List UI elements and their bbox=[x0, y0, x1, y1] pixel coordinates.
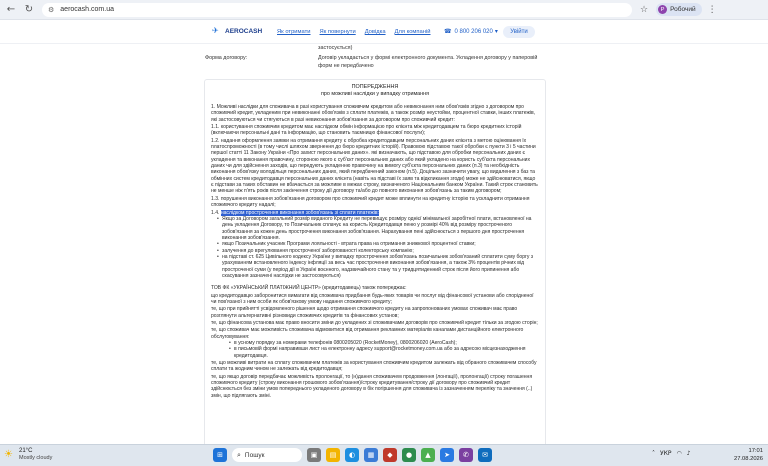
clock-time: 17:01 bbox=[748, 448, 763, 454]
paragraph-1: 1. Можливі наслідки для споживача в разі… bbox=[211, 104, 536, 123]
company-line: що кредитодавцю заборонитися вимагати ві… bbox=[211, 292, 534, 305]
site-header: ✈ AEROCASH Як отримати Як повернути Дові… bbox=[0, 20, 768, 44]
nav-how-to-get[interactable]: Як отримати bbox=[277, 29, 311, 35]
warning-subtitle: про можливі наслідки у випадку отримання bbox=[320, 91, 430, 97]
selected-text-highlight[interactable]: наслідком прострочення виконання зобов'я… bbox=[220, 209, 379, 216]
contacts-list: в усному порядку за номерами телефонів 0… bbox=[229, 340, 539, 359]
weather-text: Mostly cloudy bbox=[19, 455, 53, 461]
logo-plane-icon: ✈ bbox=[212, 26, 219, 35]
consequences-list: Якщо за Договором загальний розмір видан… bbox=[217, 216, 539, 279]
tray-chevron-icon[interactable]: ˄ bbox=[652, 450, 655, 457]
phone-icon: ☎ bbox=[444, 28, 452, 35]
language-indicator[interactable]: УКР bbox=[660, 450, 672, 457]
site-info-icon[interactable]: ⚙ bbox=[48, 6, 54, 14]
warning-card: ПОПЕРЕДЖЕННЯ про можливі наслідки у випа… bbox=[204, 79, 546, 444]
system-tray: ˄ УКР ◠ ♪ bbox=[652, 450, 691, 457]
site-logo[interactable]: ✈ AEROCASH bbox=[212, 27, 262, 35]
weather-widget[interactable]: ☀ 21°C Mostly cloudy bbox=[4, 448, 52, 462]
nav-help[interactable]: Довідка bbox=[365, 29, 386, 35]
taskbar-search[interactable]: ⌕ Пошук bbox=[232, 448, 302, 462]
viber-icon[interactable]: ✆ bbox=[459, 448, 473, 462]
search-icon: ⌕ bbox=[237, 450, 241, 459]
nav-how-to-repay[interactable]: Як повернути bbox=[320, 29, 356, 35]
phone-link[interactable]: ☎ 0 800 206 020 ▾ bbox=[444, 28, 498, 35]
avatar: P bbox=[658, 5, 668, 14]
wifi-icon[interactable]: ◠ bbox=[677, 450, 682, 457]
weather-sun-icon: ☀ bbox=[4, 449, 13, 460]
chevron-down-icon: ▾ bbox=[494, 28, 498, 35]
paragraph-1-3: 1.3. порушення виконання зобов'язання до… bbox=[211, 195, 530, 209]
url-text: aerocash.com.ua bbox=[60, 6, 114, 13]
nav-for-companies[interactable]: Для компаній bbox=[395, 29, 431, 35]
taskbar-apps: ⊞ ⌕ Пошук ▣ ▤ ◐ ▦ ◆ ● ▲ ➤ ✆ ✉ bbox=[213, 448, 492, 462]
phone-number: 0 800 206 020 bbox=[454, 28, 493, 35]
mail-icon[interactable]: ✉ bbox=[478, 448, 492, 462]
profile-button[interactable]: P Робочий bbox=[656, 3, 702, 16]
paragraph-1-2: 1.2. надання оформлення заявки на отрима… bbox=[211, 137, 538, 195]
volume-icon[interactable]: ♪ bbox=[687, 450, 691, 457]
list-item: на підставі ст. 625 Цивільного кодексу У… bbox=[217, 254, 539, 279]
bookmark-star-icon[interactable]: ☆ bbox=[640, 5, 648, 15]
windows-taskbar: ☀ 21°C Mostly cloudy ⊞ ⌕ Пошук ▣ ▤ ◐ ▦ ◆… bbox=[0, 444, 768, 466]
company-warning-title: ТОВ ФК «УКРАЇНСЬКИЙ ПЛАТІЖНИЙ ЦЕНТР» (кр… bbox=[211, 285, 407, 292]
chrome-icon[interactable]: ● bbox=[402, 448, 416, 462]
temperature: 21°C bbox=[19, 448, 33, 454]
file-explorer-icon[interactable]: ▤ bbox=[326, 448, 340, 462]
paragraph-1-1: 1.1. користування споживчим кредитом має… bbox=[211, 124, 522, 137]
paragraph-1-4-prefix: 1.4. bbox=[211, 209, 220, 216]
store-icon[interactable]: ▦ bbox=[364, 448, 378, 462]
company-line: те, що при прийнятті усвідомленого рішен… bbox=[211, 306, 518, 319]
list-item: в письмовій формі направивши лист на еле… bbox=[229, 346, 539, 359]
main-nav: Як отримати Як повернути Довідка Для ком… bbox=[277, 29, 431, 35]
login-button[interactable]: Увійти bbox=[503, 26, 535, 38]
system-clock[interactable]: 17:01 27.08.2026 bbox=[727, 448, 763, 463]
edge-browser-icon[interactable]: ◐ bbox=[345, 448, 359, 462]
address-bar[interactable]: ⚙ aerocash.com.ua bbox=[42, 2, 632, 17]
info-row-value: Договір укладається у формі електронного… bbox=[318, 55, 538, 69]
reload-icon[interactable]: ↻ bbox=[22, 3, 36, 17]
back-icon[interactable]: ← bbox=[4, 3, 18, 17]
task-view-icon[interactable]: ▣ bbox=[307, 448, 321, 462]
company-line: те, що споживач має можливість споживача… bbox=[211, 327, 524, 340]
list-item: Якщо за Договором загальний розмір видан… bbox=[217, 216, 539, 241]
more-menu-icon[interactable]: ⋮ bbox=[708, 5, 717, 15]
info-row-key: Форма договору: bbox=[205, 55, 248, 61]
page-content: застосується) Форма договору: Договір ук… bbox=[0, 44, 768, 444]
clock-date: 27.08.2026 bbox=[733, 455, 763, 462]
profile-label: Робочий bbox=[670, 6, 696, 13]
app-icon-green[interactable]: ▲ bbox=[421, 448, 435, 462]
company-line: те, що можливі витрати на сплату спожива… bbox=[211, 360, 537, 373]
company-line: те, що якщо договір передбачає можливіст… bbox=[211, 373, 533, 399]
browser-toolbar: ← ↻ ⚙ aerocash.com.ua ☆ P Робочий ⋮ bbox=[0, 0, 768, 20]
telegram-icon[interactable]: ➤ bbox=[440, 448, 454, 462]
app-icon-red[interactable]: ◆ bbox=[383, 448, 397, 462]
windows-start-icon[interactable]: ⊞ bbox=[213, 448, 227, 462]
company-line: те, що фінансова установа має право внос… bbox=[211, 320, 538, 326]
logo-text: AEROCASH bbox=[225, 27, 263, 35]
search-label: Пошук bbox=[244, 451, 265, 459]
warning-title: ПОПЕРЕДЖЕННЯ bbox=[351, 84, 399, 90]
info-row-value: застосується) bbox=[318, 45, 353, 51]
